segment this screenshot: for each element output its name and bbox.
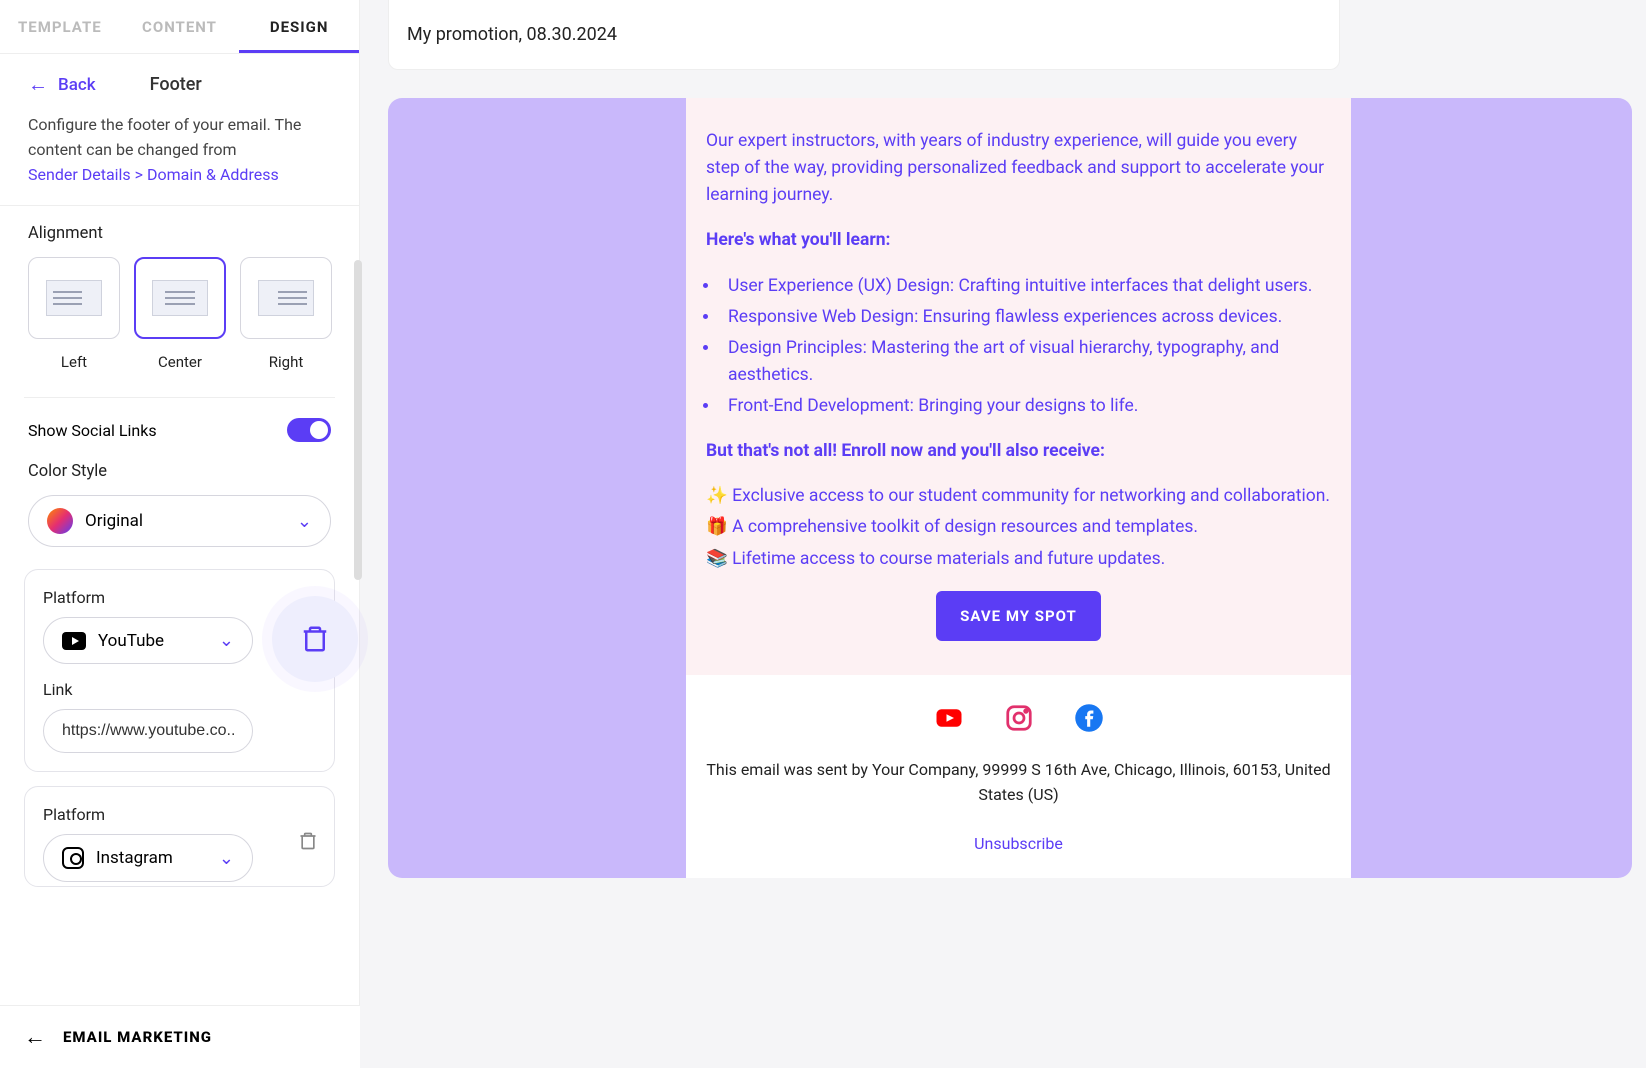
learn-item: User Experience (UX) Design: Crafting in… (720, 273, 1331, 300)
bonus-item: 🎁 A comprehensive toolkit of design reso… (706, 514, 1331, 541)
email-heading-bonus: But that's not all! Enroll now and you'l… (706, 441, 1105, 461)
bonus-item: ✨ Exclusive access to our student commun… (706, 483, 1331, 510)
design-sidebar: TEMPLATE CONTENT DESIGN ← Back Footer Co… (0, 0, 360, 1068)
platform-select-instagram[interactable]: Instagram ⌄ (43, 834, 253, 882)
arrow-left-icon: ← (28, 72, 48, 97)
tab-content[interactable]: CONTENT (120, 0, 240, 53)
learn-item: Responsive Web Design: Ensuring flawless… (720, 304, 1331, 331)
platform-select-youtube[interactable]: YouTube ⌄ (43, 617, 253, 664)
email-body: Our expert instructors, with years of in… (686, 98, 1351, 675)
learn-item: Front-End Development: Bringing your des… (720, 393, 1331, 420)
color-style-select[interactable]: Original ⌄ (28, 495, 331, 547)
alignment-label: Alignment (28, 224, 331, 243)
show-social-toggle[interactable] (287, 418, 331, 442)
align-left-caption: Left (28, 353, 120, 371)
sender-details-link[interactable]: Sender Details > Domain & Address (28, 165, 279, 184)
delete-platform-button[interactable] (272, 596, 358, 682)
footer-address: This email was sent by Your Company, 999… (706, 757, 1331, 808)
delete-platform-button[interactable] (298, 831, 318, 856)
campaign-title: My promotion, 08.30.2024 (407, 24, 617, 45)
color-style-label: Color Style (28, 462, 331, 481)
email-footer: This email was sent by Your Company, 999… (686, 675, 1351, 878)
align-right-caption: Right (240, 353, 332, 371)
align-right-option[interactable] (240, 257, 332, 339)
footer-instagram-icon[interactable] (1004, 703, 1034, 733)
trash-icon (300, 624, 330, 654)
email-preview-canvas: Our expert instructors, with years of in… (388, 98, 1632, 878)
unsubscribe-link[interactable]: Unsubscribe (706, 834, 1331, 853)
social-platform-card-youtube: Platform YouTube ⌄ Link (24, 569, 335, 772)
email-intro: Our expert instructors, with years of in… (706, 128, 1331, 209)
footer-youtube-icon[interactable] (934, 703, 964, 733)
bonus-item: 📚 Lifetime access to course materials an… (706, 546, 1331, 573)
chevron-down-icon: ⌄ (219, 630, 234, 651)
show-social-label: Show Social Links (28, 421, 157, 440)
platform-value: YouTube (98, 631, 164, 651)
social-platform-card-instagram: Platform Instagram ⌄ (24, 786, 335, 887)
footer-facebook-icon[interactable] (1074, 703, 1104, 733)
learn-item: Design Principles: Mastering the art of … (720, 335, 1331, 389)
platform-value: Instagram (96, 848, 173, 868)
align-left-option[interactable] (28, 257, 120, 339)
cta-button[interactable]: SAVE MY SPOT (936, 591, 1101, 641)
color-swatch-icon (47, 508, 73, 534)
back-button[interactable]: ← Back (28, 72, 96, 97)
link-input-youtube[interactable] (43, 709, 253, 753)
section-desc: Configure the footer of your email. The … (28, 115, 301, 159)
platform-label: Platform (43, 805, 316, 824)
tab-design[interactable]: DESIGN (239, 0, 359, 53)
align-center-caption: Center (134, 353, 226, 371)
instagram-icon (62, 847, 84, 869)
bottom-nav[interactable]: ← EMAIL MARKETING (0, 1005, 360, 1068)
chevron-down-icon: ⌄ (219, 848, 234, 869)
align-center-option[interactable] (134, 257, 226, 339)
back-label: Back (58, 75, 96, 95)
section-title: Footer (150, 74, 202, 95)
youtube-icon (62, 632, 86, 650)
color-style-value: Original (85, 511, 143, 531)
chevron-down-icon: ⌄ (297, 511, 312, 532)
trash-icon (298, 831, 318, 851)
arrow-left-icon: ← (24, 1024, 47, 1050)
campaign-title-bar[interactable]: My promotion, 08.30.2024 (388, 0, 1340, 70)
link-label: Link (43, 680, 316, 699)
bottom-nav-label: EMAIL MARKETING (63, 1028, 212, 1046)
sidebar-tabs: TEMPLATE CONTENT DESIGN (0, 0, 359, 54)
platform-label: Platform (43, 588, 316, 607)
email-heading-learn: Here's what you'll learn: (706, 230, 890, 250)
tab-template[interactable]: TEMPLATE (0, 0, 120, 53)
